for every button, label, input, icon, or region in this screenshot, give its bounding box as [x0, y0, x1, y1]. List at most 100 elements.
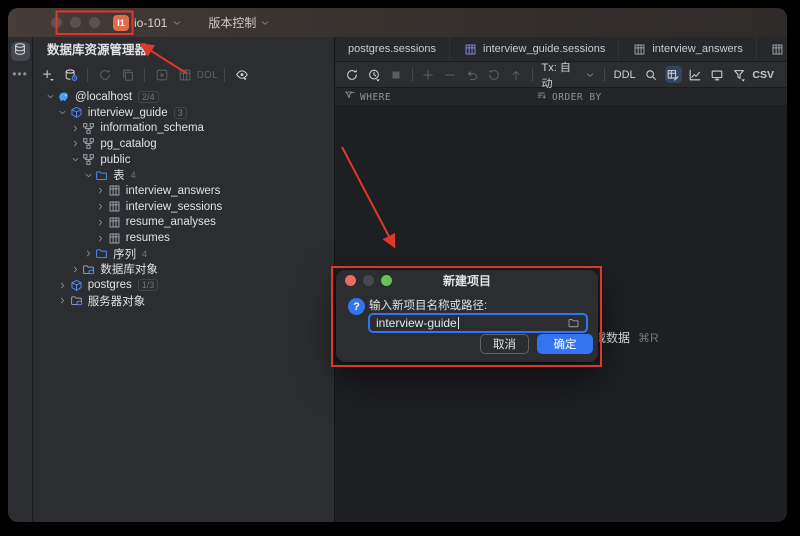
zoom-window-button[interactable] [89, 17, 100, 28]
tx-mode-selector[interactable]: Tx: 自动 [540, 59, 597, 91]
tree-item-badge: 2/4 [138, 91, 159, 103]
tab-interview-answers[interactable]: interview_answers [619, 37, 756, 61]
edit-data-button[interactable] [665, 66, 682, 83]
ok-button[interactable]: 确定 [537, 334, 593, 354]
ddl-button[interactable]: DDL [199, 67, 216, 84]
tree-item-interview-guide[interactable]: interview_guide3 [33, 105, 334, 121]
close-window-button[interactable] [51, 17, 62, 28]
tree-item-数据库对象[interactable]: 数据库对象 [33, 262, 334, 278]
more-tool-windows-button[interactable]: ••• [12, 67, 28, 81]
tx-label: Tx: 自动 [542, 59, 582, 91]
tree-item-interview-sessions[interactable]: interview_sessions [33, 199, 334, 215]
tree-item-postgres[interactable]: postgres1/3 [33, 277, 334, 293]
tree-item-label: information_schema [100, 122, 204, 134]
jump-to-console-button[interactable] [153, 67, 170, 84]
tree-item-label: 表 [113, 167, 125, 183]
revert-button[interactable] [464, 66, 481, 83]
dialog-titlebar: 新建项目 [336, 270, 598, 291]
tree-chevron-icon[interactable] [95, 186, 107, 195]
tree-item-resume-analyses[interactable]: resume_analyses [33, 215, 334, 231]
color-settings-button[interactable] [730, 66, 747, 83]
view-options-button[interactable] [233, 67, 250, 84]
tree-item-pg-catalog[interactable]: pg_catalog [33, 136, 334, 152]
tree-chevron-icon[interactable] [82, 171, 94, 180]
tree-item-information-schema[interactable]: information_schema [33, 120, 334, 136]
tree-item-localhost[interactable]: @localhost2/4 [33, 89, 334, 105]
table-icon [632, 43, 647, 56]
database-tree: @localhost2/4interview_guide3information… [33, 87, 334, 522]
duplicate-button[interactable] [119, 67, 136, 84]
chart-view-button[interactable] [687, 66, 704, 83]
dialog-title: 新建项目 [336, 272, 598, 289]
result-view-button[interactable] [708, 66, 725, 83]
reload-data-button[interactable] [344, 66, 361, 83]
search-icon[interactable] [643, 66, 660, 83]
csv-format-button[interactable]: CSV [752, 69, 778, 81]
delete-row-button[interactable] [442, 66, 459, 83]
sort-icon [536, 90, 547, 104]
tab-postgres-sessions[interactable]: postgres.sessions [335, 37, 450, 61]
tree-chevron-icon[interactable] [69, 139, 81, 148]
editor-tabbar: postgres.sessions interview_guide.session… [335, 37, 787, 62]
browse-folder-icon[interactable] [567, 317, 580, 329]
tree-item-序列[interactable]: 序列4 [33, 246, 334, 262]
table-icon [107, 184, 122, 197]
cancel-button[interactable]: 取消 [480, 334, 529, 354]
tab-interview-guide-sessions[interactable]: interview_guide.sessions [450, 37, 619, 61]
tab-resumes[interactable]: resumes [757, 37, 787, 61]
ddl-button[interactable]: DDL [612, 69, 638, 81]
tree-chevron-icon[interactable] [69, 155, 81, 164]
tree-item-表[interactable]: 表4 [33, 167, 334, 183]
tree-item-label: pg_catalog [100, 138, 156, 150]
tree-item-resumes[interactable]: resumes [33, 230, 334, 246]
open-table-button[interactable] [176, 67, 193, 84]
project-icon: I1 [113, 15, 129, 31]
order-by-filter[interactable]: ORDER BY [536, 88, 602, 106]
add-row-button[interactable] [420, 66, 437, 83]
datasource-settings-button[interactable] [62, 67, 79, 84]
tree-item-interview-answers[interactable]: interview_answers [33, 183, 334, 199]
folderdb-icon [69, 294, 84, 307]
submit-button[interactable] [508, 66, 525, 83]
postgres-icon [56, 90, 71, 103]
tree-chevron-icon[interactable] [57, 108, 69, 117]
rollback-button[interactable] [486, 66, 503, 83]
tree-item-服务器对象[interactable]: 服务器对象 [33, 293, 334, 309]
new-project-dialog: 新建项目 ? 输入新项目名称或路径: interview-guide 取消 确定 [336, 270, 598, 362]
history-button[interactable] [366, 66, 383, 83]
tree-item-label: 序列 [113, 246, 136, 262]
table-icon [107, 216, 122, 229]
refresh-button[interactable] [96, 67, 113, 84]
tree-chevron-icon[interactable] [69, 124, 81, 133]
stop-button[interactable] [388, 66, 405, 83]
explorer-toolbar: DDL [33, 63, 334, 87]
where-filter[interactable]: WHERE [344, 88, 391, 106]
tab-label: interview_guide.sessions [483, 43, 605, 55]
tree-chevron-icon[interactable] [95, 234, 107, 243]
panel-title: 数据库资源管理器 [33, 37, 334, 63]
tree-chevron-icon[interactable] [57, 296, 69, 305]
minimize-window-button[interactable] [70, 17, 81, 28]
database-icon [69, 106, 84, 119]
tree-item-public[interactable]: public [33, 152, 334, 168]
tree-chevron-icon[interactable] [44, 92, 56, 101]
input-value: interview-guide [376, 316, 457, 330]
chevron-down-icon [585, 70, 595, 80]
tree-chevron-icon[interactable] [57, 281, 69, 290]
vcs-menu[interactable]: 版本控制 [208, 14, 270, 31]
database-tool-window-button[interactable] [11, 42, 30, 61]
tree-chevron-icon[interactable] [69, 265, 81, 274]
folder-icon [94, 169, 109, 182]
add-datasource-button[interactable] [39, 67, 56, 84]
tree-chevron-icon[interactable] [82, 249, 94, 258]
schema-icon [81, 153, 96, 166]
chevron-down-icon [260, 18, 270, 28]
project-name-input[interactable]: interview-guide [368, 313, 588, 333]
tree-chevron-icon[interactable] [95, 202, 107, 211]
tree-chevron-icon[interactable] [95, 218, 107, 227]
tree-item-badge: 4 [131, 170, 136, 180]
project-selector[interactable]: I1 io-101 [113, 15, 182, 31]
tree-item-label: 数据库对象 [100, 261, 158, 277]
table-icon [107, 200, 122, 213]
screen: I1 io-101 版本控制 ••• 数据库资源管理器 [0, 0, 800, 536]
